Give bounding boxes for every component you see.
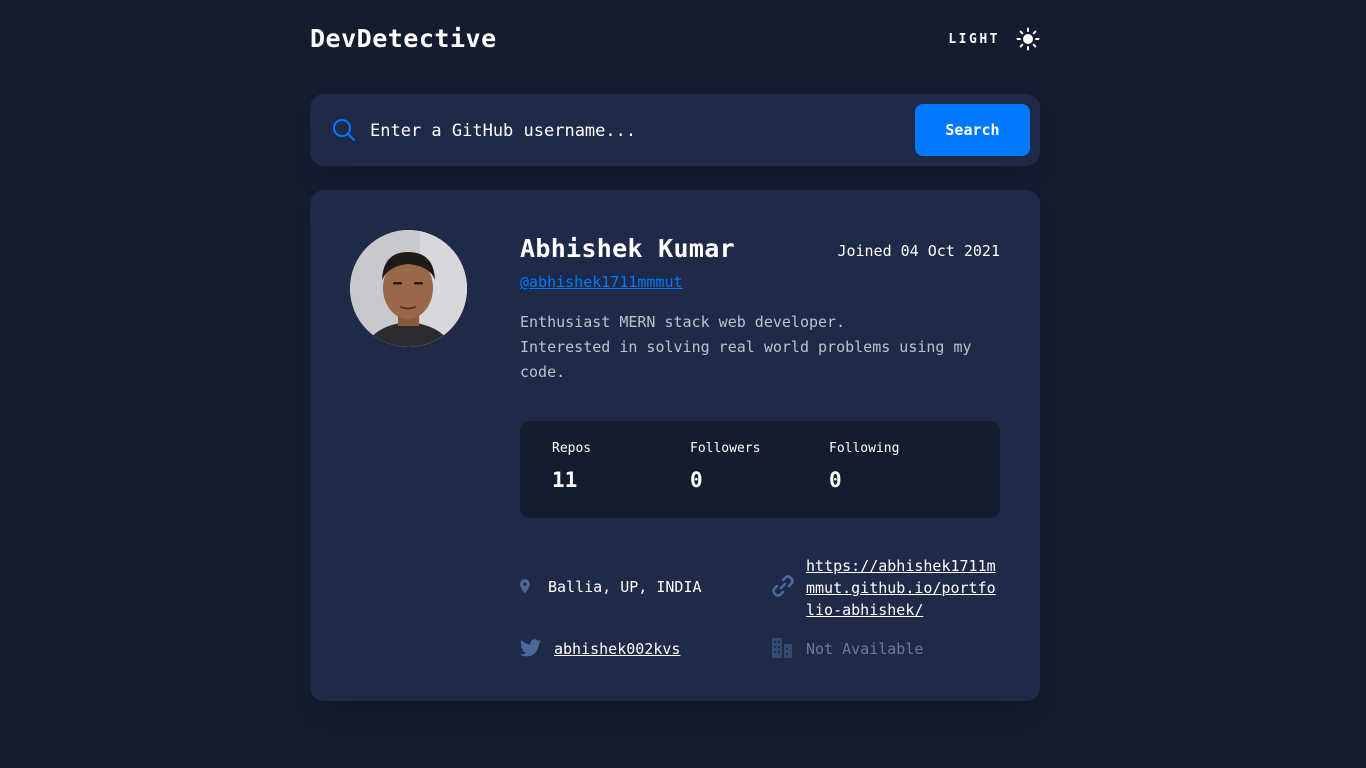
website-row: https://abhishek1711mmmut.github.io/port… (772, 555, 1002, 621)
location-pin-icon (520, 579, 530, 594)
profile-username-link[interactable]: @abhishek1711mmmut (520, 273, 683, 291)
twitter-link[interactable]: abhishek002kvs (554, 638, 680, 660)
location-text: Ballia, UP, INDIA (548, 578, 702, 596)
search-bar: Search (310, 94, 1040, 166)
twitter-row: abhishek002kvs (520, 638, 680, 660)
avatar-image (350, 230, 467, 347)
avatar (350, 230, 467, 347)
bio-line: Enthusiast MERN stack web developer. (520, 313, 846, 331)
website-link[interactable]: https://abhishek1711mmmut.github.io/port… (806, 555, 1002, 621)
bio-line: code. (520, 363, 566, 381)
stat-label: Following (829, 441, 900, 456)
app-header: DevDetective LIGHT (310, 22, 1040, 62)
stats-panel: Repos 11 Followers 0 Following 0 (520, 421, 1000, 518)
stat-following: Following 0 (829, 441, 899, 492)
stat-value: 0 (690, 468, 703, 492)
joined-date: Joined 04 Oct 2021 (837, 242, 1000, 260)
theme-toggle-button[interactable]: LIGHT (948, 24, 1040, 54)
search-icon (333, 119, 355, 141)
stat-value: 11 (552, 468, 578, 492)
stat-label: Followers (690, 441, 761, 456)
bio-line: Interested in solving real world problem… (520, 338, 972, 356)
theme-toggle-label: LIGHT (948, 31, 1000, 47)
stat-followers: Followers 0 (690, 441, 760, 492)
company-text: Not Available (806, 640, 924, 658)
profile-name: Abhishek Kumar (520, 234, 735, 263)
search-button[interactable]: Search (915, 104, 1030, 156)
sun-icon (1016, 27, 1040, 51)
location-row: Ballia, UP, INDIA (520, 576, 702, 598)
profile-bio: Enthusiast MERN stack web developer. Int… (520, 310, 990, 385)
stat-repos: Repos 11 (552, 441, 591, 492)
app-logo: DevDetective (310, 24, 497, 53)
twitter-icon (520, 639, 541, 657)
stat-value: 0 (829, 468, 842, 492)
profile-card: Abhishek Kumar Joined 04 Oct 2021 @abhis… (310, 190, 1040, 701)
link-icon (772, 575, 794, 597)
building-icon (772, 638, 792, 658)
stat-label: Repos (552, 441, 592, 456)
company-row: Not Available (772, 638, 923, 660)
search-input[interactable] (368, 112, 902, 150)
